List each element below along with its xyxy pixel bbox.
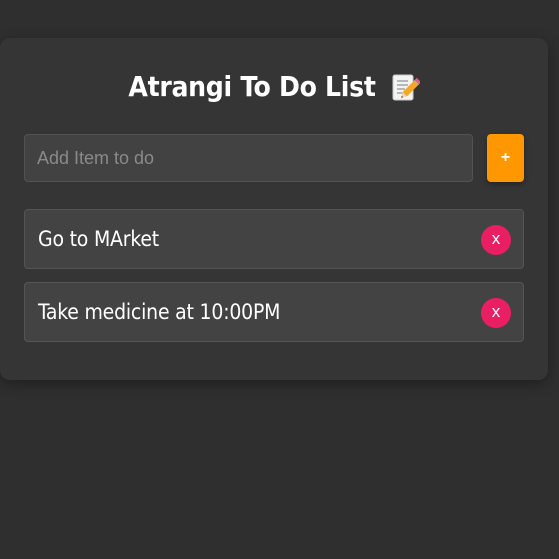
todo-item: Go to MArket x — [24, 209, 524, 269]
todo-item-text: Go to MArket — [38, 227, 159, 251]
delete-item-button[interactable]: x — [481, 225, 511, 255]
todo-item-text: Take medicine at 10:00PM — [38, 300, 281, 324]
add-item-button[interactable]: + — [487, 134, 524, 182]
memo-icon — [390, 72, 421, 102]
add-item-input[interactable] — [24, 134, 473, 182]
todo-item: Take medicine at 10:00PM x — [24, 282, 524, 342]
todo-list: Go to MArket x Take medicine at 10:00PM … — [24, 209, 524, 355]
delete-item-button[interactable]: x — [481, 298, 511, 328]
todo-card: Atrangi To Do List + Go to MArket — [0, 38, 548, 380]
page-title: Atrangi To Do List — [128, 70, 376, 103]
header: Atrangi To Do List — [0, 70, 548, 103]
